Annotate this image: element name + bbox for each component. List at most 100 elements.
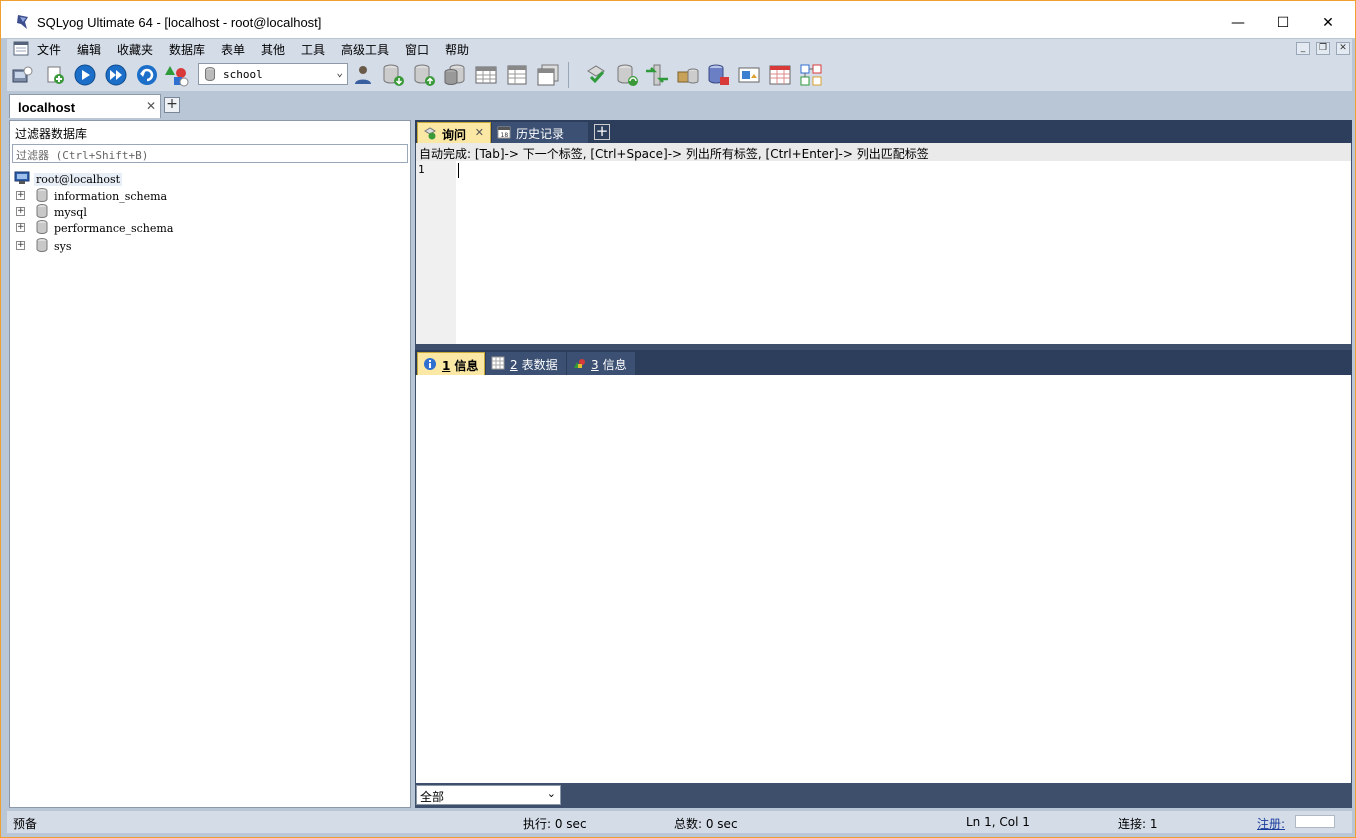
menu-database[interactable]: 数据库: [169, 41, 205, 58]
object-browser: 过滤器数据库 过滤器 (Ctrl+Shift+B) root@localhost…: [9, 120, 411, 808]
tree-item-database[interactable]: + sys: [16, 238, 316, 254]
expand-icon[interactable]: +: [16, 223, 25, 232]
menu-window[interactable]: 窗口: [405, 41, 429, 58]
restore-database-icon[interactable]: [412, 63, 436, 87]
menu-favorites[interactable]: 收藏夹: [117, 41, 153, 58]
database-icon: [36, 188, 48, 202]
maximize-icon: ☐: [1276, 15, 1290, 31]
expand-icon[interactable]: +: [16, 207, 25, 216]
document-menu-icon[interactable]: [13, 41, 29, 56]
status-total-time: 总数: 0 sec: [674, 817, 738, 831]
chevron-down-icon: ⌄: [546, 787, 556, 800]
tree-root-label: root@localhost: [34, 173, 123, 186]
sqlyog-dolphin-icon: [17, 15, 28, 29]
minimize-icon: —: [1231, 15, 1245, 31]
connection-tab-localhost[interactable]: localhost ✕: [9, 94, 161, 118]
menu-edit[interactable]: 编辑: [77, 41, 101, 58]
svg-text:18: 18: [501, 132, 509, 139]
tab-text: 信息: [454, 359, 479, 373]
data-sync-icon[interactable]: [615, 63, 639, 87]
expand-icon[interactable]: +: [16, 241, 25, 250]
schema-sync-icon[interactable]: [645, 63, 669, 87]
add-query-tab-button[interactable]: +: [594, 124, 610, 140]
close-tab-icon[interactable]: ✕: [475, 126, 484, 139]
autocomplete-hint: 自动完成: [Tab]-> 下一个标签, [Ctrl+Space]-> 列出所有…: [416, 143, 1351, 161]
tab-table-data-label: 2 表数据: [510, 356, 558, 373]
tab-messages[interactable]: 1 信息: [417, 352, 485, 375]
minimize-button[interactable]: —: [1215, 9, 1261, 37]
table-copy-icon[interactable]: [536, 63, 560, 87]
tab-history-label: 历史记录: [516, 127, 565, 141]
text-caret: [458, 163, 459, 178]
shapes-icon: [574, 359, 585, 368]
sql-scheduler-icon[interactable]: [584, 63, 608, 87]
filter-database-input[interactable]: 过滤器 (Ctrl+Shift+B): [12, 144, 408, 163]
menu-help[interactable]: 帮助: [445, 41, 469, 58]
tab-text: 表数据: [521, 358, 558, 372]
register-field: [1295, 815, 1335, 828]
table-data-icon[interactable]: [474, 63, 498, 87]
tab-number: 3: [591, 358, 599, 372]
database-icon: [36, 204, 48, 218]
sql-editor[interactable]: 自动完成: [Tab]-> 下一个标签, [Ctrl+Space]-> 列出所有…: [416, 143, 1351, 344]
status-connections: 连接: 1: [1118, 817, 1158, 831]
mdi-minimize-button[interactable]: _: [1296, 42, 1310, 55]
menu-table[interactable]: 表单: [221, 41, 245, 58]
query-tab-bar: 询问 ✕ 18 历史记录 +: [415, 120, 1352, 143]
menu-file[interactable]: 文件: [37, 41, 61, 58]
user-manager-icon[interactable]: [351, 63, 375, 87]
database-select[interactable]: school ⌄: [198, 63, 348, 85]
database-icon: [205, 67, 215, 81]
refresh-icon[interactable]: [135, 63, 159, 87]
tab-table-data[interactable]: 2 表数据: [486, 352, 566, 375]
tab-info-label: 3 信息: [591, 356, 627, 373]
copy-database-icon[interactable]: [443, 63, 467, 87]
tree-root-connection[interactable]: root@localhost: [14, 171, 123, 187]
tab-history[interactable]: 18 历史记录: [492, 122, 588, 143]
tree-item-database[interactable]: + mysql: [16, 204, 316, 220]
new-query-icon[interactable]: [43, 63, 67, 87]
tree-item-database[interactable]: + information_schema: [16, 188, 316, 204]
menu-tools[interactable]: 工具: [301, 41, 325, 58]
maximize-button[interactable]: ☐: [1260, 9, 1306, 37]
execute-all-icon[interactable]: [104, 63, 128, 87]
expand-icon[interactable]: +: [16, 191, 25, 200]
result-tab-bar: 1 信息 2 表数据 3 信息: [415, 350, 1352, 375]
schema-designer-icon[interactable]: [737, 63, 761, 87]
backup-database-icon[interactable]: [381, 63, 405, 87]
database-diff-icon[interactable]: [768, 63, 792, 87]
table-icon: [491, 356, 505, 370]
execute-query-icon[interactable]: [73, 63, 97, 87]
tab-info[interactable]: 3 信息: [567, 352, 635, 375]
database-name: mysql: [54, 206, 87, 219]
status-exec-time: 执行: 0 sec: [523, 817, 587, 831]
mdi-restore-button[interactable]: ❐: [1316, 42, 1330, 55]
tab-number: 1: [442, 359, 451, 373]
title-bar: SQLyog Ultimate 64 - [localhost - root@l…: [1, 1, 1355, 38]
mdi-close-button[interactable]: ✕: [1336, 42, 1350, 55]
schema-compare-icon[interactable]: [799, 63, 823, 87]
table-structure-icon[interactable]: [505, 63, 529, 87]
tab-messages-label: 1 信息: [442, 357, 478, 374]
import-external-icon[interactable]: [676, 63, 700, 87]
tab-query[interactable]: 询问 ✕: [417, 122, 491, 143]
add-connection-tab-button[interactable]: +: [164, 97, 180, 113]
result-filter-select[interactable]: 全部 ⌄: [416, 785, 561, 805]
close-button[interactable]: ✕: [1305, 9, 1351, 37]
database-icon: [36, 238, 48, 252]
connection-tab-label: localhost: [18, 100, 76, 115]
register-link[interactable]: 注册:: [1257, 815, 1285, 832]
database-select-value: school: [223, 68, 263, 81]
schema-shapes-icon[interactable]: [165, 63, 189, 87]
line-number-gutter: 1: [416, 161, 456, 344]
menu-other[interactable]: 其他: [261, 41, 285, 58]
query-builder-icon[interactable]: [706, 63, 730, 87]
line-number: 1: [418, 163, 425, 176]
close-tab-icon[interactable]: ✕: [146, 99, 156, 113]
menu-advanced-tools[interactable]: 高级工具: [341, 41, 389, 58]
tree-item-database[interactable]: + performance_schema: [16, 220, 316, 236]
calendar-icon: 18: [497, 126, 511, 139]
tab-query-label: 询问: [442, 128, 467, 142]
new-connection-icon[interactable]: [10, 63, 34, 87]
window-title: SQLyog Ultimate 64 - [localhost - root@l…: [37, 15, 322, 30]
